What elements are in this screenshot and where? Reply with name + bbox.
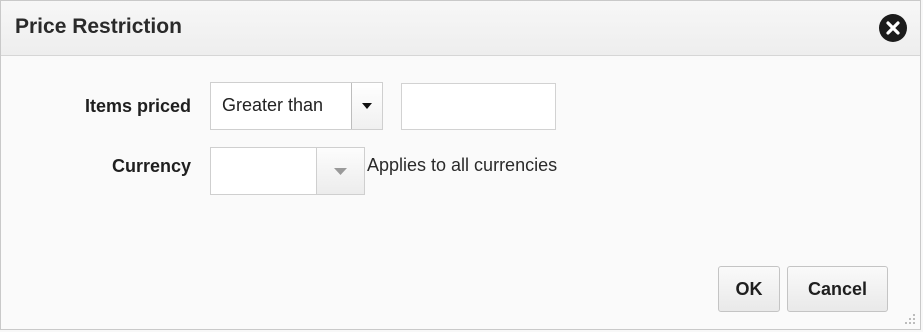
currency-note: Applies to all currencies <box>367 155 558 175</box>
items-priced-operator-value: Greater than <box>222 95 324 115</box>
currency-label: Currency <box>111 156 191 176</box>
dialog-title: Price Restriction <box>15 15 182 38</box>
currency-dropdown-button[interactable] <box>316 148 364 194</box>
cancel-button[interactable]: Cancel <box>787 266 888 312</box>
close-icon <box>886 21 900 35</box>
resize-grip-icon[interactable] <box>902 311 916 325</box>
ok-button[interactable]: OK <box>718 266 780 312</box>
items-priced-label: Items priced <box>84 96 191 116</box>
chevron-down-icon <box>362 103 372 109</box>
chevron-down-icon <box>334 168 347 175</box>
price-restriction-dialog: Price Restriction Items priced Greater t… <box>0 0 921 330</box>
dialog-titlebar: Price Restriction <box>1 1 920 56</box>
items-priced-operator-select[interactable]: Greater than <box>210 82 383 130</box>
close-button[interactable] <box>879 14 907 42</box>
items-priced-value-input[interactable] <box>401 83 556 130</box>
operator-dropdown-button[interactable] <box>351 83 382 129</box>
currency-select[interactable] <box>210 147 365 195</box>
